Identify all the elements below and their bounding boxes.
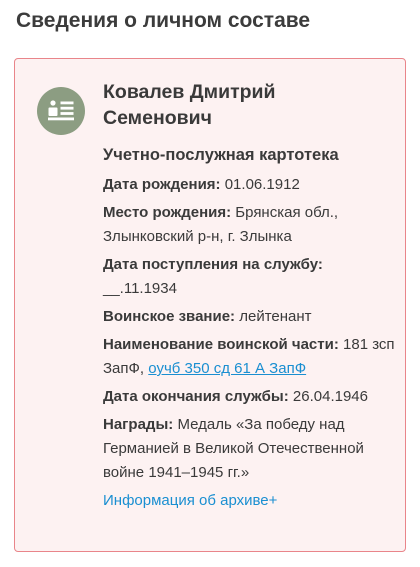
person-card-icon [48, 100, 74, 121]
avatar [37, 87, 85, 135]
page-title: Сведения о личном составе [16, 9, 311, 32]
field-rank: Воинское звание: лейтенант [103, 305, 398, 329]
rank-label: Воинское звание: [103, 308, 236, 325]
archive-info-link[interactable]: Информация об архиве+ [103, 489, 398, 513]
birth-date-value: 01.06.1912 [224, 176, 300, 193]
person-name: Ковалев Дмитрий Семенович [103, 79, 383, 131]
service-end-label: Дата окончания службы: [103, 388, 289, 405]
field-birth-date: Дата рождения: 01.06.1912 [103, 173, 398, 197]
person-fields: Учетно-послужная картотека Дата рождения… [103, 144, 398, 513]
unit-link[interactable]: оучб 350 сд 61 А ЗапФ [148, 360, 306, 377]
birth-place-label: Место рождения: [103, 204, 232, 221]
person-name-line1: Ковалев Дмитрий [103, 81, 276, 103]
person-name-line2: Семенович [103, 107, 212, 129]
field-unit: Наименование воинской части: 181 зсп Зап… [103, 333, 398, 381]
rank-value: лейтенант [239, 308, 312, 325]
awards-label: Награды: [103, 416, 174, 433]
card-title: Учетно-послужная картотека [103, 146, 339, 164]
service-end-value: 26.04.1946 [292, 388, 368, 405]
service-start-value: __.11.1934 [103, 280, 177, 297]
unit-label: Наименование воинской части: [103, 336, 339, 353]
field-awards: Награды: Медаль «За победу над Германией… [103, 413, 398, 485]
birth-date-label: Дата рождения: [103, 176, 221, 193]
service-start-label: Дата поступления на службу: [103, 256, 323, 273]
field-service-start: Дата поступления на службу: __.11.1934 [103, 253, 398, 301]
field-birth-place: Место рождения: Брянская обл., Злынковск… [103, 201, 398, 249]
person-card: Ковалев Дмитрий Семенович Учетно-послужн… [14, 58, 406, 552]
field-service-end: Дата окончания службы: 26.04.1946 [103, 385, 398, 409]
